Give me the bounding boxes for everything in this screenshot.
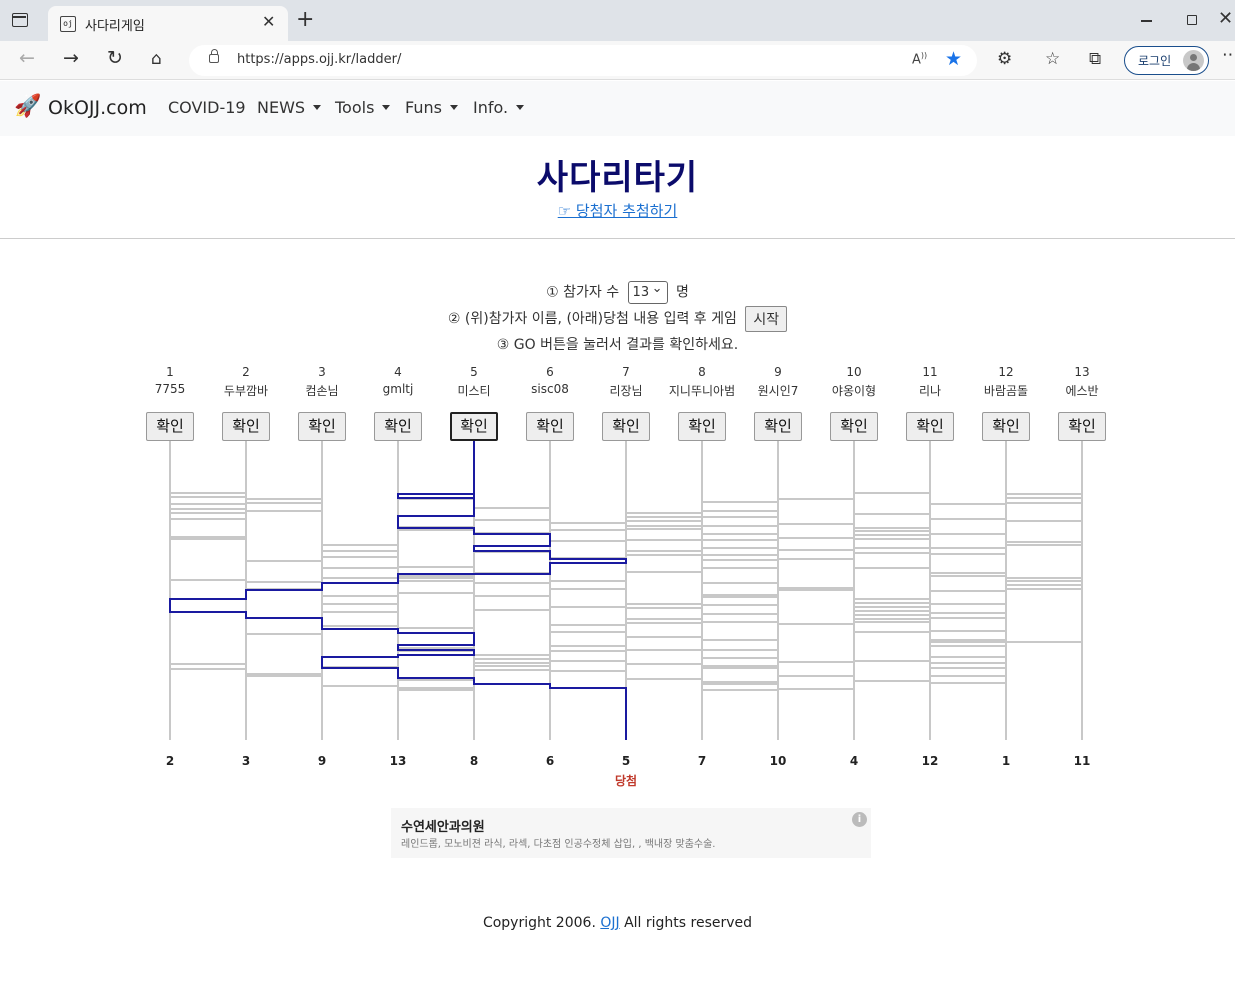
back-icon[interactable]: ←: [19, 47, 35, 69]
instruction-step1: ① 참가자 수 13 명: [0, 278, 1235, 304]
extensions-icon[interactable]: ⚙: [997, 49, 1012, 69]
profile-login-button[interactable]: 로그인: [1124, 46, 1209, 75]
page-title: 사다리타기: [536, 158, 699, 198]
lock-icon[interactable]: [209, 49, 219, 63]
url-text[interactable]: https://apps.ojj.kr/ladder/: [237, 52, 401, 67]
footer-ojj-link[interactable]: OJJ: [600, 915, 619, 931]
check-button[interactable]: 확인: [678, 412, 726, 441]
tab-close-icon[interactable]: ✕: [262, 12, 275, 31]
browser-toolbar: ← → ↻ ⌂ https://apps.ojj.kr/ladder/ A)) …: [0, 41, 1235, 80]
browser-tabbar: oj 사다리게임 ✕ + ✕: [0, 0, 1235, 41]
refresh-icon[interactable]: ↻: [107, 47, 123, 69]
footer: Copyright 2006. OJJ All rights reserved: [0, 915, 1235, 931]
win-label: 당첨: [614, 774, 638, 788]
nav-tools[interactable]: Tools: [335, 98, 391, 117]
check-button[interactable]: 확인: [830, 412, 878, 441]
ad-banner[interactable]: 수연세안과의원 레인드롭, 모노비젼 라식, 라섹, 다초점 인공수정체 삽입,…: [391, 808, 871, 858]
ad-info-icon[interactable]: i: [852, 812, 867, 827]
collections-icon[interactable]: ⧉: [1089, 49, 1101, 69]
rocket-icon: 🚀: [14, 94, 42, 119]
check-button[interactable]: 확인: [374, 412, 422, 441]
traced-path: [169, 441, 627, 740]
read-aloud-icon[interactable]: A)): [912, 51, 927, 67]
check-button[interactable]: 확인: [1058, 412, 1106, 441]
nav-funs[interactable]: Funs: [405, 98, 458, 117]
ojj-favicon-icon: oj: [60, 16, 76, 32]
check-button[interactable]: 확인: [602, 412, 650, 441]
check-button[interactable]: 확인: [146, 412, 194, 441]
player-name: 에스반: [1065, 384, 1099, 398]
favorite-star-icon[interactable]: ★: [945, 48, 962, 70]
nav-info[interactable]: Info.: [473, 98, 525, 117]
chevron-down-icon: [382, 105, 391, 110]
instruction-step2: ② (위)참가자 이름, (아래)당첨 내용 입력 후 게임 시작: [0, 306, 1235, 332]
favorites-icon[interactable]: ☆: [1045, 49, 1060, 69]
draw-winner-link[interactable]: ☞ 당첨자 추첨하기: [0, 200, 1235, 221]
ad-title[interactable]: 수연세안과의원: [401, 816, 485, 835]
check-button[interactable]: 확인: [982, 412, 1030, 441]
chevron-down-icon: [449, 105, 458, 110]
address-bar[interactable]: https://apps.ojj.kr/ladder/ A)) ★: [189, 45, 977, 76]
start-button[interactable]: 시작: [745, 306, 788, 332]
footer-copyright: Copyright 2006.: [482, 915, 596, 931]
check-button[interactable]: 확인: [526, 412, 574, 441]
profile-label: 로그인: [1138, 54, 1172, 68]
nav-covid19[interactable]: COVID-19: [168, 98, 246, 117]
ad-description[interactable]: 레인드롭, 모노비젼 라식, 라섹, 다초점 인공수정체 삽입, , 백내장 맞…: [401, 835, 715, 850]
chevron-down-icon: [313, 105, 322, 110]
footer-rights: All rights reserved: [624, 915, 753, 931]
divider: [0, 238, 1235, 239]
avatar: [1183, 50, 1204, 71]
new-tab-icon[interactable]: +: [296, 9, 314, 31]
participant-count-select[interactable]: 13: [627, 278, 668, 304]
result-value: 11: [1073, 754, 1091, 768]
window-close-icon[interactable]: ✕: [1218, 8, 1233, 29]
check-button[interactable]: 확인: [222, 412, 270, 441]
check-button[interactable]: 확인: [754, 412, 802, 441]
forward-icon[interactable]: →: [63, 47, 79, 69]
browser-tab[interactable]: oj 사다리게임 ✕: [48, 6, 288, 41]
site-navbar: 🚀 OkOJJ.com COVID-19 NEWS Tools Funs Inf…: [0, 81, 1235, 136]
check-button[interactable]: 확인: [450, 412, 498, 441]
chevron-down-icon: [516, 105, 525, 110]
brand-name: OkOJJ.com: [48, 97, 147, 119]
tab-actions-icon[interactable]: [12, 13, 28, 27]
maximize-icon[interactable]: [1187, 15, 1197, 25]
instruction-step3: ③ GO 버튼을 눌러서 결과를 확인하세요.: [496, 337, 739, 353]
nav-news[interactable]: NEWS: [257, 98, 322, 117]
more-icon[interactable]: ⋯: [1222, 45, 1235, 65]
tab-title: 사다리게임: [85, 19, 145, 34]
check-button[interactable]: 확인: [298, 412, 346, 441]
player-number: 13: [1074, 365, 1090, 379]
minimize-icon[interactable]: [1141, 20, 1152, 22]
check-button[interactable]: 확인: [906, 412, 954, 441]
home-icon[interactable]: ⌂: [151, 49, 162, 69]
